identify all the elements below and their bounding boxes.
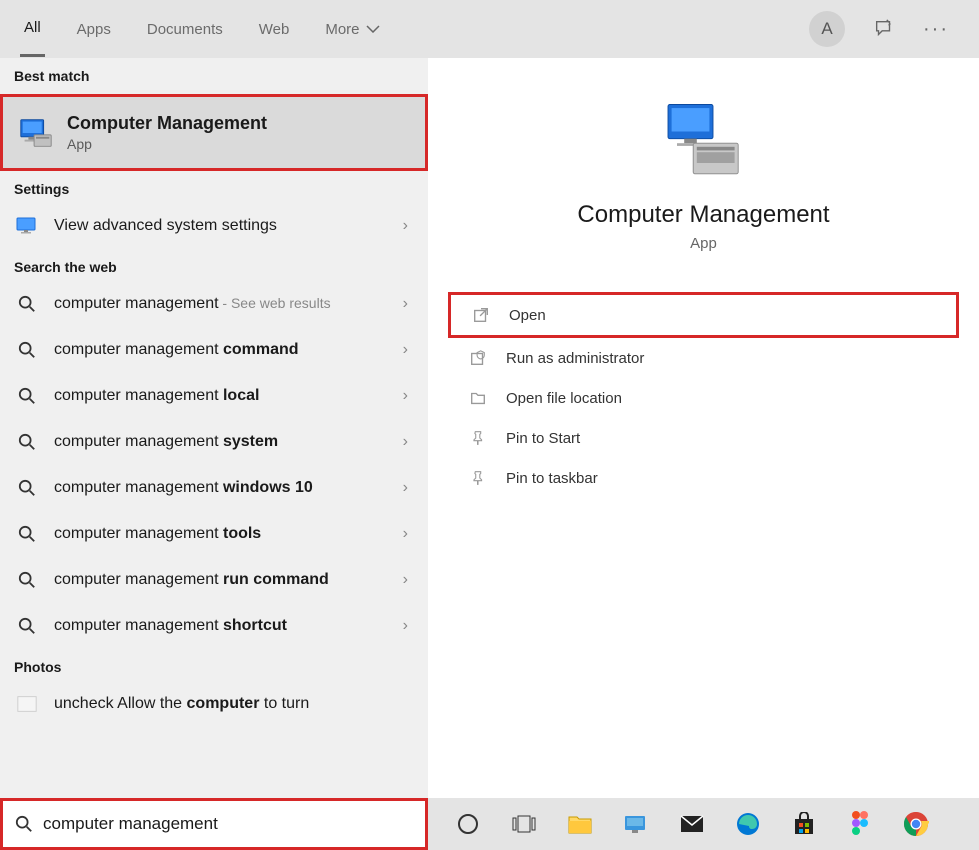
detail-panel: Computer Management App Open Run as admi… xyxy=(428,58,979,798)
detail-title: Computer Management xyxy=(577,201,829,229)
settings-result-item[interactable]: View advanced system settings › xyxy=(0,203,428,249)
photos-result-item[interactable]: uncheck Allow the computer to turn xyxy=(0,681,428,727)
action-pin-start[interactable]: Pin to Start xyxy=(448,418,959,458)
folder-icon xyxy=(468,388,488,408)
user-avatar[interactable]: A xyxy=(809,11,845,47)
photo-thumb-icon xyxy=(14,691,40,717)
main-content: Best match Computer Management App Setti… xyxy=(0,58,979,798)
taskbar-mail[interactable] xyxy=(664,798,720,850)
search-icon xyxy=(14,613,40,639)
best-match-subtitle: App xyxy=(67,136,267,152)
web-result-text: computer management tools xyxy=(54,524,389,545)
computer-management-large-icon xyxy=(659,98,749,183)
web-result-item[interactable]: computer management local › xyxy=(0,373,428,419)
search-icon xyxy=(14,521,40,547)
photos-header: Photos xyxy=(0,649,428,681)
detail-subtitle: App xyxy=(690,235,717,252)
action-open[interactable]: Open xyxy=(448,292,959,338)
action-open-location[interactable]: Open file location xyxy=(448,378,959,418)
web-result-item[interactable]: computer management system › xyxy=(0,419,428,465)
web-result-text: computer management local xyxy=(54,386,389,407)
chevron-right-icon: › xyxy=(403,387,414,405)
best-match-title: Computer Management xyxy=(67,113,267,134)
feedback-icon[interactable] xyxy=(873,18,895,40)
best-match-header: Best match xyxy=(0,58,428,90)
web-result-item[interactable]: computer management command › xyxy=(0,327,428,373)
pin-icon xyxy=(468,468,488,488)
web-header: Search the web xyxy=(0,249,428,281)
web-result-text: computer management run command xyxy=(54,570,389,591)
search-icon xyxy=(15,815,33,833)
web-result-item[interactable]: computer management tools › xyxy=(0,511,428,557)
taskbar-figma[interactable] xyxy=(832,798,888,850)
chevron-right-icon: › xyxy=(403,617,414,635)
tab-apps[interactable]: Apps xyxy=(73,3,115,56)
tab-more[interactable]: More xyxy=(321,3,383,56)
web-result-item[interactable]: computer management run command › xyxy=(0,557,428,603)
web-result-text: computer management system xyxy=(54,432,389,453)
pin-icon xyxy=(468,428,488,448)
top-filter-bar: All Apps Documents Web More A ··· xyxy=(0,0,979,58)
bottom-bar xyxy=(0,798,979,850)
taskbar-cortana[interactable] xyxy=(440,798,496,850)
chevron-down-icon xyxy=(366,25,380,33)
taskbar-store[interactable] xyxy=(776,798,832,850)
search-icon xyxy=(14,567,40,593)
action-run-admin[interactable]: Run as administrator xyxy=(448,338,959,378)
web-result-text: computer management shortcut xyxy=(54,616,389,637)
chevron-right-icon: › xyxy=(403,217,414,235)
taskbar-edge[interactable] xyxy=(720,798,776,850)
action-pin-start-label: Pin to Start xyxy=(506,430,580,447)
web-result-text: computer management - See web results xyxy=(54,294,389,315)
chevron-right-icon: › xyxy=(403,479,414,497)
search-icon xyxy=(14,475,40,501)
search-icon xyxy=(14,429,40,455)
settings-result-text: View advanced system settings xyxy=(54,216,389,237)
tab-documents[interactable]: Documents xyxy=(143,3,227,56)
chevron-right-icon: › xyxy=(403,295,414,313)
web-result-item[interactable]: computer management shortcut › xyxy=(0,603,428,649)
monitor-settings-icon xyxy=(14,213,40,239)
admin-icon xyxy=(468,348,488,368)
settings-header: Settings xyxy=(0,171,428,203)
top-right-controls: A ··· xyxy=(809,11,959,47)
search-icon xyxy=(14,383,40,409)
open-icon xyxy=(471,305,491,325)
taskbar xyxy=(428,798,979,850)
chevron-right-icon: › xyxy=(403,525,414,543)
taskbar-file-explorer[interactable] xyxy=(552,798,608,850)
web-result-item[interactable]: computer management windows 10 › xyxy=(0,465,428,511)
action-run-admin-label: Run as administrator xyxy=(506,350,644,367)
results-panel: Best match Computer Management App Setti… xyxy=(0,58,428,798)
action-pin-taskbar[interactable]: Pin to taskbar xyxy=(448,458,959,498)
photos-result-text: uncheck Allow the computer to turn xyxy=(54,694,414,715)
taskbar-settings[interactable] xyxy=(608,798,664,850)
action-open-label: Open xyxy=(509,307,546,324)
detail-actions: Open Run as administrator Open file loca… xyxy=(448,292,959,498)
action-pin-taskbar-label: Pin to taskbar xyxy=(506,470,598,487)
taskbar-chrome[interactable] xyxy=(888,798,944,850)
action-open-location-label: Open file location xyxy=(506,390,622,407)
chevron-right-icon: › xyxy=(403,571,414,589)
search-icon xyxy=(14,291,40,317)
web-result-text: computer management command xyxy=(54,340,389,361)
best-match-text: Computer Management App xyxy=(67,113,267,152)
search-box[interactable] xyxy=(0,798,428,850)
search-input[interactable] xyxy=(43,814,413,834)
tab-web[interactable]: Web xyxy=(255,3,294,56)
filter-tabs: All Apps Documents Web More xyxy=(20,1,384,57)
tab-all[interactable]: All xyxy=(20,1,45,57)
more-options-button[interactable]: ··· xyxy=(923,18,949,41)
chevron-right-icon: › xyxy=(403,341,414,359)
web-result-item[interactable]: computer management - See web results › xyxy=(0,281,428,327)
computer-management-icon xyxy=(17,114,55,152)
best-match-result[interactable]: Computer Management App xyxy=(0,94,428,171)
chevron-right-icon: › xyxy=(403,433,414,451)
web-result-text: computer management windows 10 xyxy=(54,478,389,499)
search-icon xyxy=(14,337,40,363)
taskbar-task-view[interactable] xyxy=(496,798,552,850)
